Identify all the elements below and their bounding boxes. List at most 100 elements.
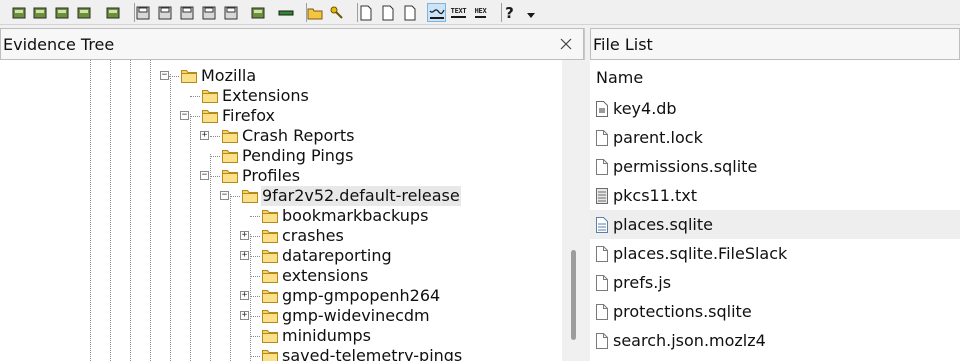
file-row[interactable]: key4.db (590, 94, 960, 123)
tree-node[interactable]: Mozilla (181, 66, 257, 86)
tree-node-label: saved-telemetry-pings (282, 346, 463, 361)
dropdown-arrow-icon[interactable] (521, 3, 540, 22)
tree-node[interactable]: 9far2v52.default-release (242, 186, 461, 206)
file-name: protections.sqlite (613, 302, 752, 321)
file-name: permissions.sqlite (613, 157, 758, 176)
file-row[interactable]: parent.lock (590, 123, 960, 152)
export-disk-image-icon[interactable] (155, 3, 174, 22)
file-row[interactable]: places.sqlite (590, 210, 960, 239)
file-list-header: File List (590, 28, 960, 60)
tree-node-label: Firefox (222, 106, 275, 125)
expander-glyph: − (221, 190, 228, 200)
auto-viewer-icon[interactable] (427, 3, 446, 22)
tree-connector (169, 76, 179, 77)
folder-icon (202, 110, 218, 123)
tree-node[interactable]: minidumps (262, 326, 372, 346)
tree-guide-line (250, 234, 251, 361)
expander-glyph: − (161, 70, 168, 80)
folder-icon (262, 210, 278, 223)
expander-glyph: − (181, 110, 188, 120)
add-evidence-item-icon[interactable] (9, 3, 28, 22)
tree-node[interactable]: Firefox (202, 106, 276, 126)
file-icon (596, 303, 608, 320)
main-toolbar: TEXT HEX? (0, 0, 960, 25)
file-row[interactable]: prefs.js (590, 268, 960, 297)
collapse-icon[interactable]: − (220, 191, 229, 200)
tree-scrollbar-thumb[interactable] (571, 250, 576, 340)
tree-node-label: crashes (282, 226, 344, 245)
capture-memory-icon[interactable] (276, 3, 295, 22)
evidence-tree[interactable]: − Mozilla Extensions − Firefox + Crash Reports… (0, 60, 560, 361)
export-directory-listing-icon[interactable] (356, 3, 375, 22)
tree-node[interactable]: bookmarkbackups (262, 206, 429, 226)
column-header-name[interactable]: Name (590, 62, 960, 92)
file-icon (596, 332, 608, 349)
text-file-icon (596, 187, 608, 204)
tree-node[interactable]: gmp-gmpopenh264 (262, 286, 441, 306)
file-icon (596, 129, 608, 146)
export-hash-list-icon[interactable] (327, 3, 346, 22)
help-icon[interactable]: ? (500, 3, 519, 22)
file-row[interactable]: search.json.mozlz4 (590, 326, 960, 355)
tree-scrollbar[interactable] (562, 60, 585, 361)
tree-node[interactable]: datareporting (262, 246, 393, 266)
tree-guide-line (130, 60, 131, 361)
expander-glyph: + (201, 130, 208, 140)
expand-icon[interactable]: + (240, 231, 249, 240)
tree-node-label: Mozilla (201, 66, 257, 85)
tree-connector (210, 176, 220, 177)
text-view-icon[interactable]: TEXT (449, 3, 468, 22)
file-name: places.sqlite.FileSlack (613, 244, 788, 263)
tree-node[interactable]: Crash Reports (222, 126, 356, 146)
expand-icon[interactable]: + (240, 311, 249, 320)
folder-icon (262, 290, 278, 303)
detect-efs-icon[interactable] (400, 3, 419, 22)
tree-node[interactable]: extensions (262, 266, 369, 286)
export-logical-image-icon[interactable] (177, 3, 196, 22)
tree-node-label: Crash Reports (242, 126, 355, 145)
tree-connector (250, 216, 260, 217)
file-name: search.json.mozlz4 (613, 331, 766, 350)
tree-guide-line (210, 154, 211, 361)
tree-connector (250, 316, 260, 317)
view-file-icon[interactable] (378, 3, 397, 22)
tree-node[interactable]: gmp-widevinecdm (262, 306, 431, 326)
collapse-icon[interactable]: − (200, 171, 209, 180)
folder-icon (181, 70, 197, 83)
file-row[interactable]: protections.sqlite (590, 297, 960, 326)
expand-icon[interactable]: + (240, 291, 249, 300)
collapse-icon[interactable]: − (160, 71, 169, 80)
file-row[interactable]: places.sqlite.FileSlack (590, 239, 960, 268)
folder-icon (222, 170, 238, 183)
export-files-icon[interactable] (305, 3, 324, 22)
file-row[interactable]: permissions.sqlite (590, 152, 960, 181)
remove-evidence-item-icon[interactable] (103, 3, 122, 22)
add-all-attached-devices-icon[interactable] (30, 3, 49, 22)
tree-node[interactable]: crashes (262, 226, 345, 246)
image-mounting-icon[interactable] (52, 3, 71, 22)
expander-glyph: + (241, 230, 248, 240)
tree-node[interactable]: Pending Pings (222, 146, 354, 166)
file-row[interactable]: pkcs11.txt (590, 181, 960, 210)
folder-icon (262, 310, 278, 323)
hex-view-icon[interactable]: HEX (471, 3, 490, 22)
folder-icon (222, 150, 238, 163)
create-custom-content-image-icon[interactable] (221, 3, 240, 22)
tree-node[interactable]: Profiles (222, 166, 301, 186)
tree-node[interactable]: saved-telemetry-pings (262, 346, 463, 361)
decrypt-ad1-icon[interactable] (74, 3, 93, 22)
expand-icon[interactable]: + (200, 131, 209, 140)
file-icon (596, 274, 608, 291)
file-name: places.sqlite (613, 215, 713, 234)
tree-node[interactable]: Extensions (202, 86, 310, 106)
create-disk-image-icon[interactable] (133, 3, 152, 22)
close-icon[interactable] (557, 35, 575, 53)
file-name: key4.db (613, 99, 677, 118)
tree-connector (210, 156, 220, 157)
tree-node-label: extensions (282, 266, 369, 285)
expand-icon[interactable]: + (240, 251, 249, 260)
add-to-custom-content-icon[interactable] (199, 3, 218, 22)
collapse-icon[interactable]: − (180, 111, 189, 120)
file-list-panel: File List Name key4.db parent.lock permiss… (590, 28, 960, 361)
verify-drive-image-icon[interactable] (248, 3, 267, 22)
